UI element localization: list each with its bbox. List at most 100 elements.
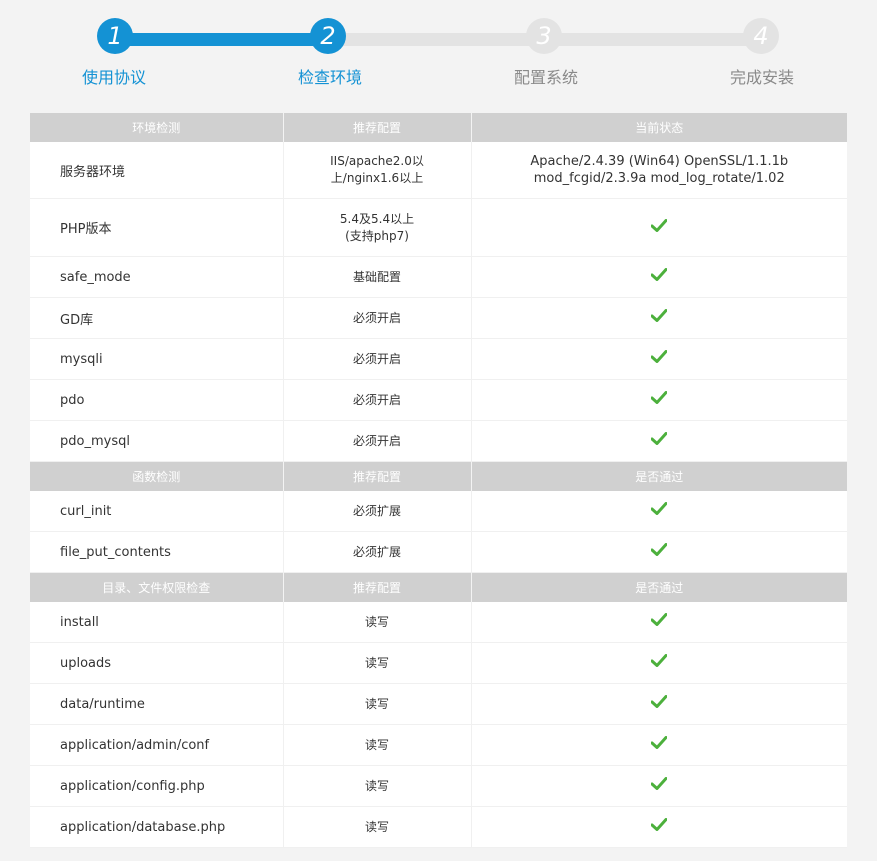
column-header: 是否通过 <box>471 572 847 602</box>
status-cell <box>471 724 847 766</box>
status-text-line: Apache/2.4.39 (Win64) OpenSSL/1.1.1b <box>530 154 789 169</box>
column-header: 推荐配置 <box>283 461 472 491</box>
check-icon <box>650 613 668 631</box>
step-1-label: 使用协议 <box>81 68 146 87</box>
column-header: 环境检测 <box>30 113 284 142</box>
check-item-name: application/database.php <box>30 806 284 848</box>
table-row: pdo_mysql 必须开启 <box>30 420 847 462</box>
check-item-name: pdo_mysql <box>30 420 284 462</box>
table-row: application/admin/conf 读写 <box>30 724 847 766</box>
recommended-config: 基础配置 <box>283 256 472 298</box>
check-item-name: pdo <box>30 379 284 421</box>
recommended-config: IIS/apache2.0以 上/nginx1.6以上 <box>283 142 472 199</box>
status-cell <box>471 297 847 339</box>
stepper-progress <box>115 33 328 46</box>
check-icon <box>650 543 668 561</box>
status-cell <box>471 491 847 532</box>
check-item-name: PHP版本 <box>30 198 284 257</box>
table-row: curl_init 必须扩展 <box>30 491 847 532</box>
check-item-name: GD库 <box>30 297 284 339</box>
check-item-name: mysqli <box>30 338 284 380</box>
recommended-config-line: 上/nginx1.6以上 <box>330 171 424 185</box>
recommended-config-line: IIS/apache2.0以 <box>330 154 424 168</box>
check-item-name: application/config.php <box>30 765 284 807</box>
column-header: 函数检测 <box>30 461 284 491</box>
table-row: application/config.php 读写 <box>30 765 847 807</box>
step-4-circle: 4 <box>743 18 779 54</box>
recommended-config: 必须开启 <box>283 379 472 421</box>
check-item-name: install <box>30 602 284 643</box>
recommended-config-line: (支持php7) <box>345 228 409 243</box>
status-cell <box>471 338 847 380</box>
column-header: 当前状态 <box>471 113 847 142</box>
step-2-circle: 2 <box>310 18 346 54</box>
check-icon <box>650 350 668 368</box>
table-row: data/runtime 读写 <box>30 683 847 725</box>
recommended-config: 读写 <box>283 602 472 643</box>
check-icon <box>650 736 668 754</box>
table-row: file_put_contents 必须扩展 <box>30 531 847 573</box>
check-item-name: curl_init <box>30 491 284 532</box>
table-row: PHP版本 5.4及5.4以上 (支持php7) <box>30 198 847 257</box>
status-cell <box>471 683 847 725</box>
status-cell <box>471 198 847 257</box>
environment-check-table: 环境检测 推荐配置 当前状态 服务器环境 IIS/apache2.0以 上/nginx1.… <box>30 113 847 848</box>
check-icon <box>650 218 668 237</box>
table-row: 服务器环境 IIS/apache2.0以 上/nginx1.6以上 Apache/2.… <box>30 142 847 199</box>
recommended-config: 5.4及5.4以上 (支持php7) <box>283 198 472 257</box>
check-icon <box>650 502 668 520</box>
recommended-config: 读写 <box>283 683 472 725</box>
table-row: safe_mode 基础配置 <box>30 256 847 298</box>
section-header-row: 目录、文件权限检查 推荐配置 是否通过 <box>30 572 847 602</box>
status-cell <box>471 420 847 462</box>
check-item-name: safe_mode <box>30 256 284 298</box>
recommended-config: 必须开启 <box>283 297 472 339</box>
check-icon <box>650 777 668 795</box>
recommended-config: 读写 <box>283 642 472 684</box>
check-icon <box>650 695 668 713</box>
check-item-name: 服务器环境 <box>30 142 284 199</box>
column-header: 推荐配置 <box>283 113 472 142</box>
recommended-config: 读写 <box>283 724 472 766</box>
check-icon <box>650 818 668 836</box>
table-row: install 读写 <box>30 602 847 643</box>
recommended-config-line: 5.4及5.4以上 <box>339 211 415 226</box>
check-icon <box>650 309 668 327</box>
table-row: uploads 读写 <box>30 642 847 684</box>
recommended-config: 必须扩展 <box>283 491 472 532</box>
status-cell <box>471 256 847 298</box>
check-icon <box>650 268 668 286</box>
table-row: mysqli 必须开启 <box>30 338 847 380</box>
check-icon <box>650 432 668 450</box>
status-cell <box>471 765 847 807</box>
section-header-row: 函数检测 推荐配置 是否通过 <box>30 461 847 491</box>
recommended-config: 必须开启 <box>283 338 472 380</box>
table-row: application/database.php 读写 <box>30 806 847 848</box>
status-text-line: mod_fcgid/2.3.9a mod_log_rotate/1.02 <box>533 171 785 186</box>
status-cell <box>471 379 847 421</box>
recommended-config: 读写 <box>283 765 472 807</box>
check-item-name: application/admin/conf <box>30 724 284 766</box>
section-header-row: 环境检测 推荐配置 当前状态 <box>30 113 847 142</box>
status-cell <box>471 642 847 684</box>
table-row: GD库 必须开启 <box>30 297 847 339</box>
step-3-circle: 3 <box>526 18 562 54</box>
status-cell: Apache/2.4.39 (Win64) OpenSSL/1.1.1b mod_… <box>471 142 847 199</box>
column-header: 是否通过 <box>471 461 847 491</box>
status-cell <box>471 602 847 643</box>
step-3-label: 配置系统 <box>513 68 578 87</box>
check-item-name: uploads <box>30 642 284 684</box>
install-stepper: 1 2 3 4 使用协议 检查环境 配置系统 完成安装 <box>0 0 877 100</box>
table-row: pdo 必须开启 <box>30 379 847 421</box>
check-item-name: data/runtime <box>30 683 284 725</box>
step-4-label: 完成安装 <box>729 68 794 87</box>
column-header: 目录、文件权限检查 <box>30 572 284 602</box>
recommended-config: 必须开启 <box>283 420 472 462</box>
recommended-config: 必须扩展 <box>283 531 472 573</box>
step-2-label: 检查环境 <box>297 68 362 87</box>
recommended-config: 读写 <box>283 806 472 848</box>
column-header: 推荐配置 <box>283 572 472 602</box>
check-item-name: file_put_contents <box>30 531 284 573</box>
step-1-circle: 1 <box>97 18 133 54</box>
status-cell <box>471 531 847 573</box>
